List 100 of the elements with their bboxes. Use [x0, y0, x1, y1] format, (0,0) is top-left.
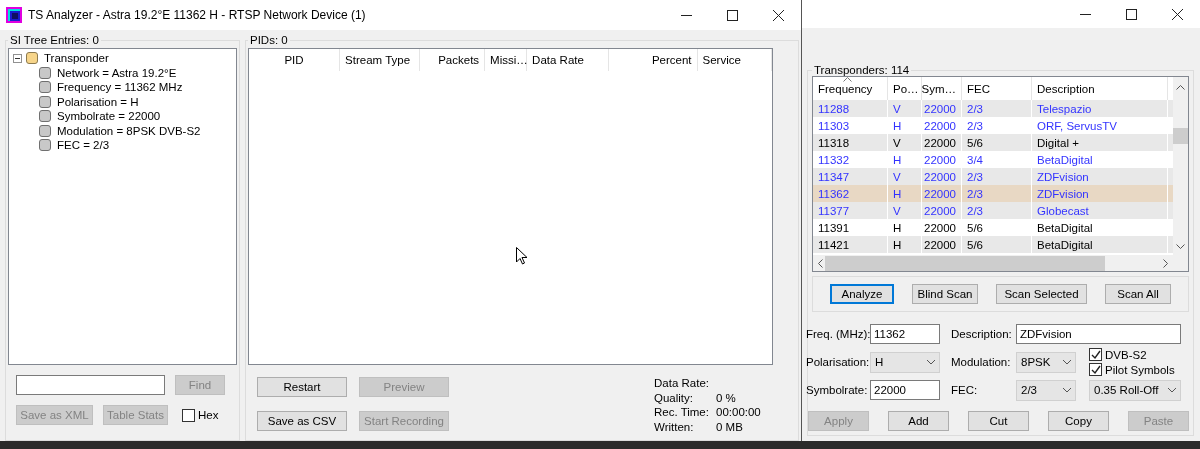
button[interactable]: Add	[888, 411, 949, 431]
table-cell: V	[888, 134, 922, 151]
table-cell: BetaDigital	[1032, 236, 1168, 253]
table-cell: 11421	[813, 236, 888, 253]
table-cell: 22000	[922, 236, 962, 253]
table-cell: V	[888, 100, 922, 117]
table-row[interactable]: 11347 V 22000 2/3 ZDFvision	[813, 168, 1173, 185]
table-cell: 22000	[922, 134, 962, 151]
table-row[interactable]: 11288 V 22000 2/3 Telespazio	[813, 100, 1173, 117]
field-label: Modulation:	[951, 356, 1012, 368]
group-title: Transponders: 114	[813, 64, 911, 76]
node-icon	[39, 124, 51, 137]
minimize-icon[interactable]	[1079, 13, 1091, 15]
maximize-icon[interactable]	[726, 9, 738, 21]
collapse-toggle[interactable]	[13, 53, 22, 63]
horizontal-scrollbar[interactable]	[813, 255, 1173, 271]
node-icon	[39, 110, 51, 123]
field-label: Description:	[951, 328, 1013, 340]
table-cell: 5/6	[962, 134, 1032, 151]
field-label: Symbolrate:	[806, 384, 869, 396]
table-cell: 11288	[813, 100, 888, 117]
table-cell: 5/6	[962, 236, 1032, 253]
column-header[interactable]: Percent	[609, 49, 698, 71]
button[interactable]: Scan All	[1105, 284, 1171, 304]
dropdown[interactable]: 0.35 Roll-Off	[1089, 379, 1181, 401]
table-row[interactable]: 11318 V 22000 5/6 Digital +	[813, 134, 1173, 151]
tree-item[interactable]: Modulation = 8PSK DVB-S2	[55, 124, 203, 137]
tree-item[interactable]: Polarisation = H	[55, 95, 141, 108]
cursor-icon	[516, 247, 528, 265]
column-header[interactable]: Service	[697, 49, 772, 71]
dropdown[interactable]: 2/3	[1016, 379, 1076, 401]
close-icon[interactable]	[1171, 8, 1183, 20]
table-cell: 11318	[813, 134, 888, 151]
scroll-right-icon[interactable]	[1163, 258, 1168, 268]
stat-label: Quality:	[654, 391, 694, 405]
table-cell: 2/3	[962, 202, 1032, 219]
column-header[interactable]: Stream Type	[340, 49, 421, 71]
node-icon	[39, 95, 51, 108]
table-cell: Telespazio	[1032, 100, 1168, 117]
field-label: FEC:	[951, 384, 979, 396]
minimize-icon[interactable]	[680, 14, 692, 16]
table-cell: 22000	[922, 100, 962, 117]
group-title: SI Tree Entries: 0	[9, 34, 100, 46]
chevron-icon	[927, 359, 935, 365]
stat-label: Written:	[654, 420, 695, 434]
maximize-icon[interactable]	[1125, 8, 1137, 20]
checkbox-label: DVB-S2	[1105, 348, 1147, 361]
tree-item[interactable]: Symbolrate = 22000	[55, 110, 163, 123]
scroll-left-icon[interactable]	[818, 258, 823, 268]
table-cell: H	[888, 236, 922, 253]
column-header[interactable]: Data Rate	[527, 49, 610, 71]
table-cell: 2/3	[962, 100, 1032, 117]
table-row[interactable]: 11377 V 22000 2/3 Globecast	[813, 202, 1173, 219]
input-field[interactable]: ZDFvision	[1016, 324, 1181, 344]
button[interactable]: Cut	[968, 411, 1029, 431]
column-header[interactable]: PID	[249, 49, 341, 71]
tree-item[interactable]: Transponder	[42, 52, 111, 65]
table-cell: V	[888, 202, 922, 219]
table-row[interactable]: 11421 H 22000 5/6 BetaDigital	[813, 236, 1173, 253]
table-cell: Digital +	[1032, 134, 1168, 151]
tree-item[interactable]: Frequency = 11362 MHz	[55, 81, 185, 94]
tree-item[interactable]: FEC = 2/3	[55, 139, 112, 152]
button[interactable]: Analyze	[830, 284, 894, 304]
scroll-down-icon[interactable]	[1176, 244, 1185, 249]
input-field[interactable]: 11362	[870, 324, 940, 344]
checkbox[interactable]	[1089, 363, 1102, 376]
checkbox[interactable]	[182, 408, 195, 422]
chevron-icon	[1168, 387, 1176, 393]
table-row[interactable]: 11362 H 22000 2/3 ZDFvision	[813, 185, 1173, 202]
chevron-icon	[1063, 359, 1071, 365]
close-icon[interactable]	[772, 9, 784, 21]
checkbox-label: Pilot Symbols	[1105, 363, 1175, 376]
stat-value: 0 %	[716, 391, 737, 405]
node-icon	[39, 81, 51, 94]
scrollbar-thumb[interactable]	[1173, 128, 1188, 144]
button[interactable]: Scan Selected	[996, 284, 1087, 304]
sort-caret-icon	[843, 77, 852, 82]
table-cell: 22000	[922, 202, 962, 219]
button[interactable]: Save as CSV	[257, 411, 347, 431]
scrollbar-thumb[interactable]	[825, 255, 1105, 271]
input-field[interactable]: 22000	[870, 380, 940, 400]
vertical-scrollbar[interactable]	[1173, 77, 1188, 255]
tree-item[interactable]: Network = Astra 19.2°E	[55, 66, 179, 79]
search-field[interactable]	[16, 375, 165, 395]
column-header[interactable]: Missi…	[485, 49, 528, 71]
dropdown[interactable]: 8PSK	[1016, 351, 1076, 373]
stat-value: 0 MB	[716, 420, 744, 434]
window-title: TS Analyzer - Astra 19.2°E 11362 H - RTSP Network Device (1)	[28, 8, 367, 22]
folder-icon	[26, 52, 38, 65]
checkbox[interactable]	[1089, 348, 1102, 361]
button[interactable]: Restart	[257, 377, 347, 397]
table-cell: 11377	[813, 202, 888, 219]
scroll-up-icon[interactable]	[1176, 85, 1185, 90]
chevron-icon	[1063, 387, 1071, 393]
button[interactable]: Copy	[1048, 411, 1109, 431]
column-header[interactable]: Packets	[420, 49, 486, 71]
button[interactable]: Blind Scan	[912, 284, 978, 304]
node-icon	[39, 139, 51, 152]
table-cell: Globecast	[1032, 202, 1168, 219]
dropdown[interactable]: H	[870, 351, 940, 373]
